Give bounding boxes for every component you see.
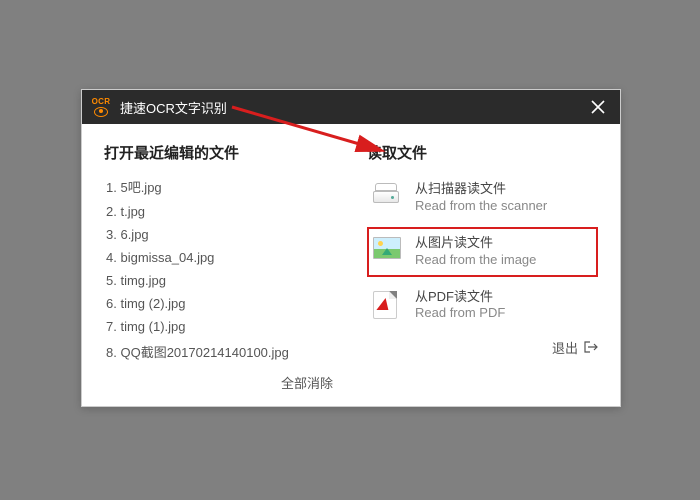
recent-file-name: t.jpg (120, 204, 145, 219)
close-icon (591, 100, 605, 114)
recent-file-index: 5. (106, 273, 120, 288)
recent-file-name: timg.jpg (120, 273, 166, 288)
read-option-image[interactable]: 从图片读文件Read from the image (367, 227, 598, 277)
scanner-icon (373, 183, 401, 211)
recent-file-name: bigmissa_04.jpg (120, 250, 214, 265)
read-option-text: 从图片读文件Read from the image (415, 235, 536, 269)
recent-file-index: 8. (106, 345, 120, 360)
app-logo: OCR (90, 96, 112, 118)
image-icon (373, 237, 401, 265)
recent-file-item[interactable]: 4. bigmissa_04.jpg (104, 246, 339, 269)
read-file-heading: 读取文件 (367, 142, 598, 163)
read-option-text: 从扫描器读文件Read from the scanner (415, 181, 547, 215)
read-options-list: 从扫描器读文件Read from the scanner从图片读文件Read f… (367, 173, 598, 330)
exit-link[interactable]: 退出 (552, 338, 578, 357)
eye-icon (94, 107, 108, 117)
titlebar: OCR 捷速OCR文字识别 (82, 90, 620, 124)
recent-file-name: timg (1).jpg (120, 319, 185, 334)
recent-file-item[interactable]: 3. 6.jpg (104, 223, 339, 246)
read-option-label-cn: 从扫描器读文件 (415, 181, 547, 198)
pdf-icon (373, 291, 401, 319)
recent-file-name: QQ截图20170214140100.jpg (120, 345, 288, 360)
recent-file-index: 7. (106, 319, 120, 334)
logo-text: OCR (92, 98, 111, 106)
read-option-label-en: Read from the scanner (415, 198, 547, 215)
recent-file-item[interactable]: 8. QQ截图20170214140100.jpg (104, 338, 339, 365)
ocr-start-dialog: OCR 捷速OCR文字识别 打开最近编辑的文件 1. 5吧.jpg2. t.jp… (81, 89, 621, 407)
read-option-label-cn: 从图片读文件 (415, 235, 536, 252)
recent-file-index: 4. (106, 250, 120, 265)
read-option-pdf[interactable]: 从PDF读文件Read from PDF (367, 281, 598, 331)
read-option-label-en: Read from PDF (415, 305, 505, 322)
read-option-label-en: Read from the image (415, 252, 536, 269)
exit-icon (584, 340, 598, 356)
recent-files-heading: 打开最近编辑的文件 (104, 142, 339, 163)
recent-files-list: 1. 5吧.jpg2. t.jpg3. 6.jpg4. bigmissa_04.… (104, 173, 339, 365)
recent-file-item[interactable]: 5. timg.jpg (104, 269, 339, 292)
dialog-body: 打开最近编辑的文件 1. 5吧.jpg2. t.jpg3. 6.jpg4. bi… (82, 124, 620, 406)
clear-all-link[interactable]: 全部消除 (281, 373, 333, 392)
recent-file-item[interactable]: 1. 5吧.jpg (104, 173, 339, 200)
close-button[interactable] (584, 93, 612, 121)
recent-file-index: 6. (106, 296, 120, 311)
recent-file-item[interactable]: 7. timg (1).jpg (104, 315, 339, 338)
recent-files-column: 打开最近编辑的文件 1. 5吧.jpg2. t.jpg3. 6.jpg4. bi… (104, 142, 339, 392)
read-option-scanner[interactable]: 从扫描器读文件Read from the scanner (367, 173, 598, 223)
recent-file-name: 5吧.jpg (120, 180, 161, 195)
recent-file-item[interactable]: 2. t.jpg (104, 200, 339, 223)
recent-file-index: 2. (106, 204, 120, 219)
recent-file-index: 3. (106, 227, 120, 242)
read-option-label-cn: 从PDF读文件 (415, 289, 505, 306)
read-option-text: 从PDF读文件Read from PDF (415, 289, 505, 323)
recent-file-name: 6.jpg (120, 227, 148, 242)
recent-file-index: 1. (106, 180, 120, 195)
window-title: 捷速OCR文字识别 (120, 98, 584, 117)
recent-file-item[interactable]: 6. timg (2).jpg (104, 292, 339, 315)
recent-file-name: timg (2).jpg (120, 296, 185, 311)
read-file-column: 读取文件 从扫描器读文件Read from the scanner从图片读文件R… (339, 142, 598, 392)
